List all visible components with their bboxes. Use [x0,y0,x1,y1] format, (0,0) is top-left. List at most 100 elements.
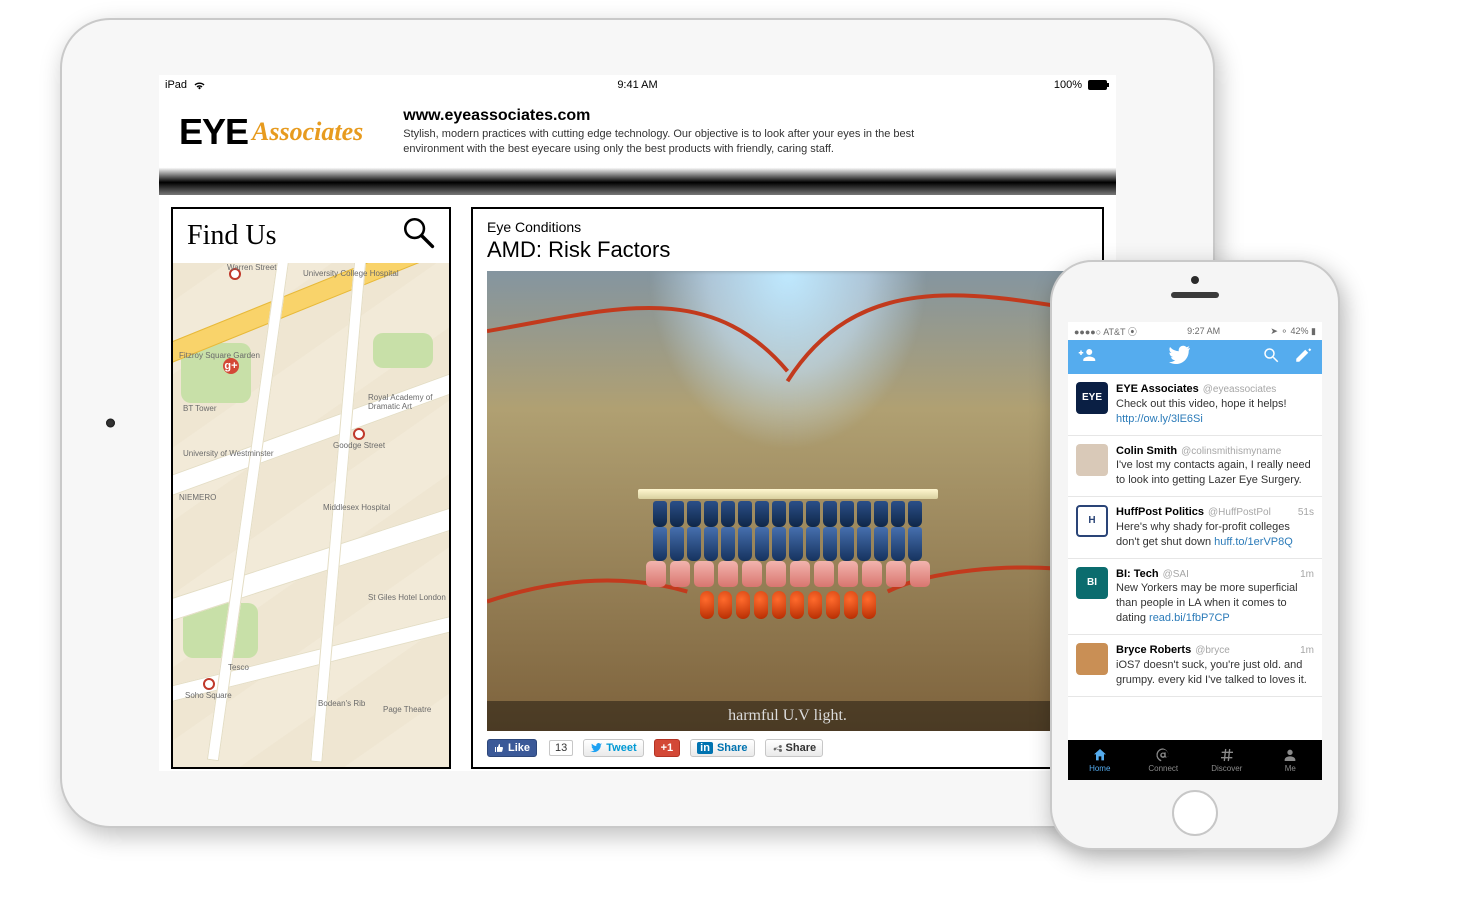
map-label: Royal Academy of Dramatic Art [368,393,449,411]
tweet-handle: @SAI [1163,568,1189,582]
logo-associates: Associates [252,117,363,147]
generic-share-button[interactable]: Share [765,739,824,757]
ipad-clock: 9:41 AM [480,79,795,91]
brand-logo[interactable]: EYE Associates [179,107,363,157]
iphone-speaker [1171,292,1219,298]
battery-icon [1088,80,1110,90]
tweet-link[interactable]: http://ow.ly/3lE6Si [1116,413,1203,425]
map-label: BT Tower [183,404,217,413]
ipad-carrier: iPad [165,79,187,91]
tweet-name: Colin Smith [1116,444,1177,459]
tweet[interactable]: H HuffPost Politics @HuffPostPol 51sHere's … [1068,497,1322,559]
map-label: Middlesex Hospital [323,503,390,512]
tweet-body: I've lost my contacts again, I really ne… [1116,458,1314,488]
thumb-up-icon [494,743,504,753]
map[interactable]: g+ Warren Street University College Hosp… [173,263,449,767]
tweet-name: EYE Associates [1116,382,1199,397]
tweet-name: HuffPost Politics [1116,505,1204,520]
map-label: Goodge Street [333,441,385,450]
linkedin-icon: in [697,742,713,754]
map-label: Soho Square [185,691,232,700]
tweet-link[interactable]: read.bi/1fbP7CP [1149,612,1230,624]
tweet-handle: @bryce [1195,644,1230,658]
search-icon[interactable] [1262,346,1280,369]
video-player[interactable]: harmful U.V light. [487,271,1088,731]
find-us-panel: Find Us g+ Warren Street University Coll [171,207,451,769]
avatar[interactable]: H [1076,505,1108,537]
article-title: AMD: Risk Factors [487,237,1088,263]
tab-me[interactable]: Me [1259,740,1323,780]
iphone-status-bar: ●●●●○ AT&T ⦿ 9:27 AM ➤ ⚬ 42% ▮ [1068,322,1322,340]
map-label: Warren Street [227,263,277,272]
tweet-time: 1m [1300,568,1314,582]
iphone-device: ●●●●○ AT&T ⦿ 9:27 AM ➤ ⚬ 42% ▮ EYE EYE As… [1050,260,1340,850]
iphone-camera [1191,276,1199,284]
tube-station-icon[interactable] [203,678,215,690]
tab-connect[interactable]: Connect [1132,740,1196,780]
map-pin-icon[interactable]: g+ [223,358,239,374]
tweet-link[interactable]: huff.to/1erVP8Q [1214,536,1293,548]
article-panel: Eye Conditions AMD: Risk Factors [471,207,1104,769]
iphone-screen: ●●●●○ AT&T ⦿ 9:27 AM ➤ ⚬ 42% ▮ EYE EYE As… [1068,322,1322,780]
avatar[interactable]: BI [1076,567,1108,599]
map-label: University College Hospital [303,269,399,278]
tube-station-icon[interactable] [353,428,365,440]
tab-discover[interactable]: Discover [1195,740,1259,780]
linkedin-share-button[interactable]: in Share [690,739,754,757]
tweet-button[interactable]: Tweet [583,739,643,757]
share-row: Like 13 Tweet +1 in Share Share [487,731,1088,757]
tweet-name: BI: Tech [1116,567,1159,582]
person-icon [1282,747,1298,763]
twitter-feed[interactable]: EYEEYE Associates@eyeassociatesCheck out… [1068,374,1322,740]
map-label: NIEMERO [179,493,216,502]
tweet-name: Bryce Roberts [1116,643,1191,658]
map-label: Bodean's Rib [318,699,365,708]
avatar[interactable]: EYE [1076,382,1108,414]
avatar[interactable] [1076,643,1108,675]
tweet-handle: @colinsmithismyname [1181,445,1281,459]
tweet[interactable]: BI BI: Tech @SAI 1mNew Yorkers may be more … [1068,559,1322,635]
google-plus-button[interactable]: +1 [654,739,681,757]
share-icon [772,743,782,753]
content: Find Us g+ Warren Street University Coll [159,195,1116,771]
ipad-status-bar: iPad 9:41 AM 100% [159,75,1116,95]
tweet-time: 51s [1298,506,1314,520]
like-count: 13 [549,740,573,756]
wifi-icon: ⦿ [1128,327,1137,337]
tweet[interactable]: Bryce Roberts @bryce 1miOS7 doesn't suck, … [1068,635,1322,697]
twitter-tabbar: Home Connect Discover Me [1068,740,1322,780]
compose-icon[interactable] [1294,346,1312,369]
facebook-like-button[interactable]: Like [487,739,537,757]
map-label: Fitzroy Square Garden [179,351,260,360]
map-label: University of Westminster [183,449,274,458]
tweet[interactable]: EYEEYE Associates@eyeassociatesCheck out… [1068,374,1322,436]
add-user-icon[interactable] [1078,346,1096,369]
tweet-body: Check out this video, hope it helps! htt… [1116,397,1314,427]
tweet-body: Here's why shady for-profit colleges don… [1116,520,1314,550]
tweet-body: iOS7 doesn't suck, you're just old. and … [1116,658,1314,688]
iphone-home-button[interactable] [1172,790,1218,836]
map-label: Tesco [228,663,249,672]
hash-icon [1219,747,1235,763]
map-label: St Giles Hotel London [368,593,446,602]
site-header: EYE Associates www.eyeassociates.com Sty… [159,95,1116,167]
ipad-camera [106,419,115,428]
home-icon [1092,747,1108,763]
tab-home[interactable]: Home [1068,740,1132,780]
twitter-nav [1068,340,1322,374]
search-icon[interactable] [401,215,435,257]
tweet-time: 1m [1300,644,1314,658]
tweet-body: New Yorkers may be more superficial than… [1116,581,1314,626]
location-icon: ➤ [1270,326,1278,336]
tweet-handle: @HuffPostPol [1208,506,1271,520]
video-caption: harmful U.V light. [487,701,1088,731]
avatar[interactable] [1076,444,1108,476]
header-gradient [159,167,1116,195]
site-tagline: Stylish, modern practices with cutting e… [403,127,933,157]
iphone-battery: 42% [1291,326,1309,336]
tweet[interactable]: Colin Smith @colinsmithismynameI've lost … [1068,436,1322,498]
find-us-title: Find Us [187,220,276,252]
iphone-clock: 9:27 AM [1187,326,1220,336]
breadcrumb[interactable]: Eye Conditions [487,219,1088,235]
ipad-battery-pct: 100% [1054,79,1082,91]
